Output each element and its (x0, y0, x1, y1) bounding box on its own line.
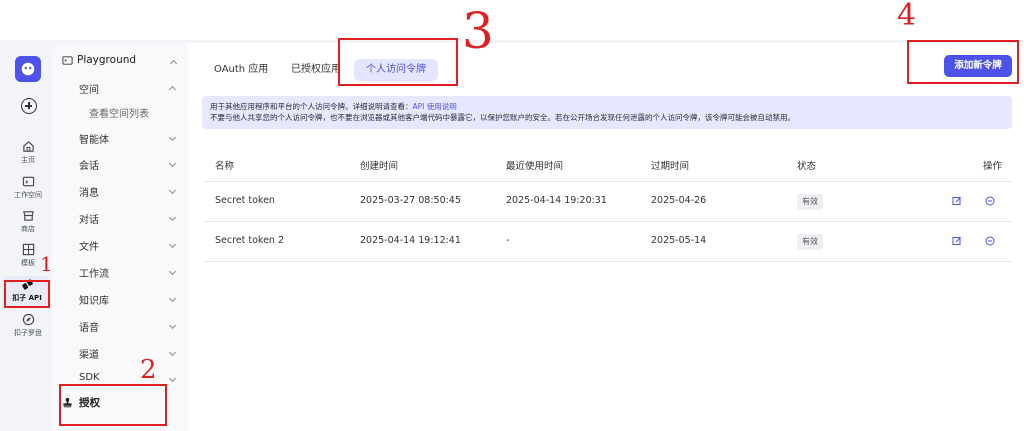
chevron-down-icon (168, 348, 177, 357)
rail-item-compass[interactable]: 扣子罗盘 (2, 313, 54, 338)
table-divider (204, 221, 1012, 222)
nav-item-label: 知识库 (79, 296, 109, 307)
annotation-box-2 (59, 384, 167, 426)
notice-warning-text: 不要与他人共享您的个人访问令牌，也不要在浏览器或其他客户端代码中暴露它，以保护您… (210, 113, 795, 122)
nav-item-label: 对话 (79, 215, 99, 226)
annotation-box-1 (4, 280, 50, 308)
annotation-number-1: 1 (40, 252, 53, 276)
column-header-expires: 过期时间 (651, 161, 690, 172)
nav-item-voice[interactable]: 语音 (79, 319, 179, 334)
compass-icon (22, 313, 34, 326)
nav-item-label: 智能体 (79, 135, 109, 146)
column-header-created: 创建时间 (360, 161, 399, 172)
token-name: Secret token (215, 195, 275, 206)
nav-item-message[interactable]: 消息 (79, 184, 179, 199)
token-created: 2025-04-14 19:12:41 (360, 235, 461, 246)
token-expires: 2025-05-14 (651, 235, 707, 246)
playground-icon (62, 55, 73, 65)
nav-item-label: 渠道 (79, 350, 99, 361)
status-badge: 有效 (797, 194, 823, 210)
nav-item-knowledge[interactable]: 知识库 (79, 292, 179, 307)
add-icon[interactable] (21, 98, 37, 114)
app-logo[interactable] (15, 56, 41, 82)
nav-item-label: 会话 (79, 161, 99, 172)
chevron-down-icon (168, 321, 177, 330)
nav-item-chat[interactable]: 对话 (79, 211, 179, 226)
template-icon (22, 243, 34, 256)
chevron-down-icon (168, 133, 177, 142)
nav-item-workflow[interactable]: 工作流 (79, 265, 179, 280)
nav-item-file[interactable]: 文件 (79, 238, 179, 253)
nav-item-label: 语音 (79, 323, 99, 334)
workspace-icon (22, 176, 34, 187)
home-icon (22, 141, 34, 152)
chevron-down-icon (168, 213, 177, 222)
rail-label: 商店 (21, 225, 35, 233)
status-badge: 有效 (797, 234, 823, 250)
nav-item-space-list[interactable]: 查看空间列表 (89, 105, 149, 120)
tab-oauth-apps[interactable]: OAuth 应用 (214, 59, 268, 81)
column-header-name: 名称 (215, 161, 235, 172)
chevron-up-icon (168, 85, 177, 94)
rail-label: 模板 (21, 259, 35, 267)
token-name: Secret token 2 (215, 235, 285, 246)
nav-item-channel[interactable]: 渠道 (79, 346, 179, 361)
token-last-used: 2025-04-14 19:20:31 (506, 195, 607, 206)
token-created: 2025-03-27 08:50:45 (360, 195, 461, 206)
rail-item-store[interactable]: 商店 (2, 209, 54, 234)
playground-header[interactable]: Playground (62, 54, 136, 66)
disable-icon[interactable] (985, 236, 995, 246)
chevron-down-icon (168, 240, 177, 249)
table-divider (204, 181, 1012, 182)
edit-icon[interactable] (952, 196, 962, 206)
rail-label: 工作空间 (14, 191, 42, 199)
api-docs-link[interactable]: API 使用说明 (413, 102, 457, 111)
rail-item-workspace[interactable]: 工作空间 (2, 175, 54, 200)
chevron-down-icon (168, 294, 177, 303)
logo-icon (21, 62, 35, 76)
rail-label: 主页 (21, 156, 35, 164)
column-header-last-used: 最近使用时间 (506, 161, 564, 172)
annotation-number-3: 3 (462, 2, 494, 60)
info-notice: 用于其他应用程序和平台的个人访问令牌。详细说明请查看：API 使用说明 不要与他… (202, 96, 1012, 129)
annotation-number-2: 2 (140, 355, 157, 385)
notice-text: 用于其他应用程序和平台的个人访问令牌。详细说明请查看： (210, 102, 413, 111)
disable-icon[interactable] (985, 196, 995, 206)
nav-item-conversation[interactable]: 会话 (79, 157, 179, 172)
nav-item-label: 工作流 (79, 269, 109, 280)
playground-label: Playground (77, 54, 137, 66)
annotation-box-4 (907, 40, 1019, 84)
annotation-box-3 (338, 38, 458, 86)
store-icon (22, 211, 34, 221)
chevron-down-icon (168, 159, 177, 168)
nav-item-label: 消息 (79, 188, 99, 199)
rail-item-home[interactable]: 主页 (2, 140, 54, 165)
column-header-actions: 操作 (983, 161, 1003, 172)
annotation-number-4: 4 (897, 0, 917, 33)
main-panel: OAuth 应用 已授权应用 个人访问令牌 添加新令牌 用于其他应用程序和平台的… (188, 43, 1024, 431)
left-rail: 主页 工作空间 商店 模板 扣子 API 扣子罗盘 (0, 43, 52, 431)
token-last-used: - (506, 235, 510, 246)
nav-item-label: 空间 (79, 85, 99, 96)
rail-label: 扣子罗盘 (14, 329, 42, 337)
api-sidebar: Playground 空间 查看空间列表 智能体 会话 消息 对话 文件 工作流… (52, 43, 188, 431)
nav-item-label: SDK (79, 372, 100, 383)
chevron-down-icon (168, 186, 177, 195)
column-header-status: 状态 (797, 161, 817, 172)
token-expires: 2025-04-26 (651, 195, 707, 206)
chevron-down-icon (168, 374, 177, 383)
table-divider (204, 261, 1012, 262)
nav-item-label: 文件 (79, 242, 99, 253)
nav-item-agent[interactable]: 智能体 (79, 131, 179, 146)
nav-item-space[interactable]: 空间 (79, 81, 179, 96)
nav-item-sdk[interactable]: SDK (79, 372, 179, 383)
edit-icon[interactable] (952, 236, 962, 246)
chevron-up-icon[interactable] (169, 59, 178, 68)
chevron-down-icon (168, 267, 177, 276)
tab-authorized-apps[interactable]: 已授权应用 (291, 59, 341, 81)
